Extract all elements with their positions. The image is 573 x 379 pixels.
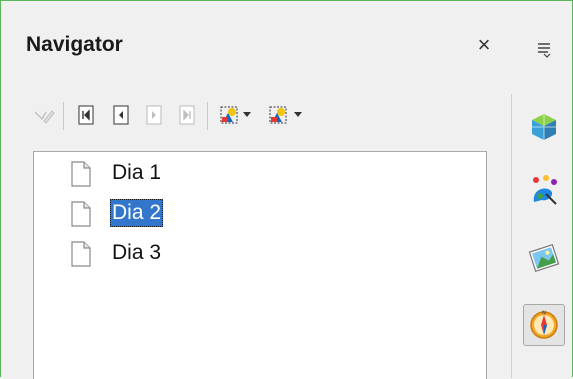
close-button[interactable]: × [471,32,497,58]
chevron-down-icon[interactable] [243,112,251,118]
slide-icon [71,241,91,267]
sidebar-menu-icon[interactable] [533,38,555,60]
next-slide-icon[interactable] [143,104,165,126]
previous-slide-icon[interactable] [110,104,132,126]
properties-icon[interactable] [524,108,564,148]
show-object-icon[interactable] [33,104,55,126]
tree-item-label: Dia 1 [112,161,162,184]
sidebar-divider [511,94,512,378]
show-shapes-icon[interactable] [267,104,289,126]
slide-tree[interactable]: Dia 1 Dia 2 Dia 3 [33,151,487,379]
tree-item-label: Dia 3 [112,241,162,264]
toolbar-separator [207,102,208,130]
slide-icon [71,161,91,187]
last-slide-icon[interactable] [176,104,198,126]
tree-item-label: Dia 2 [110,199,164,227]
navigator-toolbar [33,100,503,134]
sidebar-tab-navigator[interactable]: N [523,304,565,346]
gallery-icon[interactable] [524,238,564,278]
first-slide-icon[interactable] [75,104,97,126]
toolbar-separator [63,102,64,130]
drag-mode-icon[interactable] [218,104,240,126]
styles-icon[interactable] [524,170,564,210]
sidebar-tabbar: N [511,0,573,378]
chevron-down-icon[interactable] [294,112,302,118]
panel-title: Navigator [26,33,123,56]
slide-icon [71,201,91,227]
svg-text:N: N [542,311,546,317]
navigator-icon: N [530,311,558,339]
